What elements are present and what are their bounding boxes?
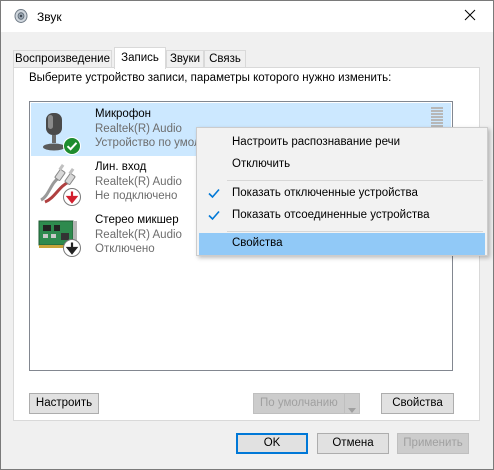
device-status: Не подключено bbox=[95, 190, 178, 202]
menu-item-label: Настроить распознавание речи bbox=[232, 136, 401, 148]
speaker-icon bbox=[13, 8, 29, 24]
checkmark-icon bbox=[207, 186, 221, 200]
ok-button[interactable]: OK bbox=[236, 433, 308, 454]
configure-button[interactable]: Настроить bbox=[29, 393, 99, 414]
close-button[interactable] bbox=[447, 1, 493, 32]
apply-button: Применить bbox=[397, 433, 469, 454]
device-status: Отключено bbox=[95, 243, 155, 255]
menu-item-properties[interactable]: Свойства bbox=[199, 233, 485, 255]
close-icon bbox=[464, 9, 476, 24]
chevron-down-icon bbox=[348, 401, 356, 420]
tab-recording[interactable]: Запись bbox=[114, 47, 166, 69]
device-driver: Realtek(R) Audio bbox=[95, 176, 182, 188]
menu-item-label: Показать отсоединенные устройства bbox=[232, 209, 430, 221]
menu-item-show-disconnected[interactable]: Показать отсоединенные устройства bbox=[199, 205, 485, 227]
device-name: Стерео микшер bbox=[95, 214, 179, 226]
device-name: Лин. вход bbox=[95, 161, 147, 173]
down-arrow-red-badge-icon bbox=[63, 188, 81, 209]
set-default-dropdown bbox=[344, 394, 359, 413]
device-driver: Realtek(R) Audio bbox=[95, 229, 182, 241]
properties-button[interactable]: Свойства bbox=[381, 393, 454, 414]
menu-separator bbox=[227, 180, 483, 181]
menu-item-label: Свойства bbox=[232, 237, 283, 249]
tab-playback[interactable]: Воспроизведение bbox=[13, 50, 112, 68]
menu-separator bbox=[227, 231, 483, 232]
menu-item-show-disabled[interactable]: Показать отключенные устройства bbox=[199, 183, 485, 205]
menu-item-label: Отключить bbox=[232, 158, 291, 170]
menu-item-disable[interactable]: Отключить bbox=[199, 154, 485, 176]
menu-item-speech-recognition[interactable]: Настроить распознавание речи bbox=[199, 132, 485, 154]
context-menu: Настроить распознавание речи Отключить П… bbox=[196, 127, 488, 256]
instruction-text: Выберите устройство записи, параметры ко… bbox=[29, 72, 392, 84]
set-default-button: По умолчанию bbox=[253, 393, 360, 414]
check-badge-icon bbox=[63, 137, 81, 158]
cancel-button[interactable]: Отмена bbox=[317, 433, 389, 454]
checkmark-icon bbox=[207, 208, 221, 222]
window-title: Звук bbox=[37, 10, 62, 24]
tab-communications[interactable]: Связь bbox=[204, 50, 246, 68]
device-status: Устройство по умол bbox=[95, 137, 201, 149]
title-bar[interactable]: Звук bbox=[1, 1, 493, 32]
menu-item-label: Показать отключенные устройства bbox=[232, 187, 418, 199]
down-arrow-black-badge-icon bbox=[63, 239, 81, 260]
tab-sounds[interactable]: Звуки bbox=[166, 50, 204, 68]
device-name: Микрофон bbox=[95, 108, 152, 120]
device-driver: Realtek(R) Audio bbox=[95, 123, 182, 135]
set-default-label: По умолчанию bbox=[260, 397, 338, 409]
